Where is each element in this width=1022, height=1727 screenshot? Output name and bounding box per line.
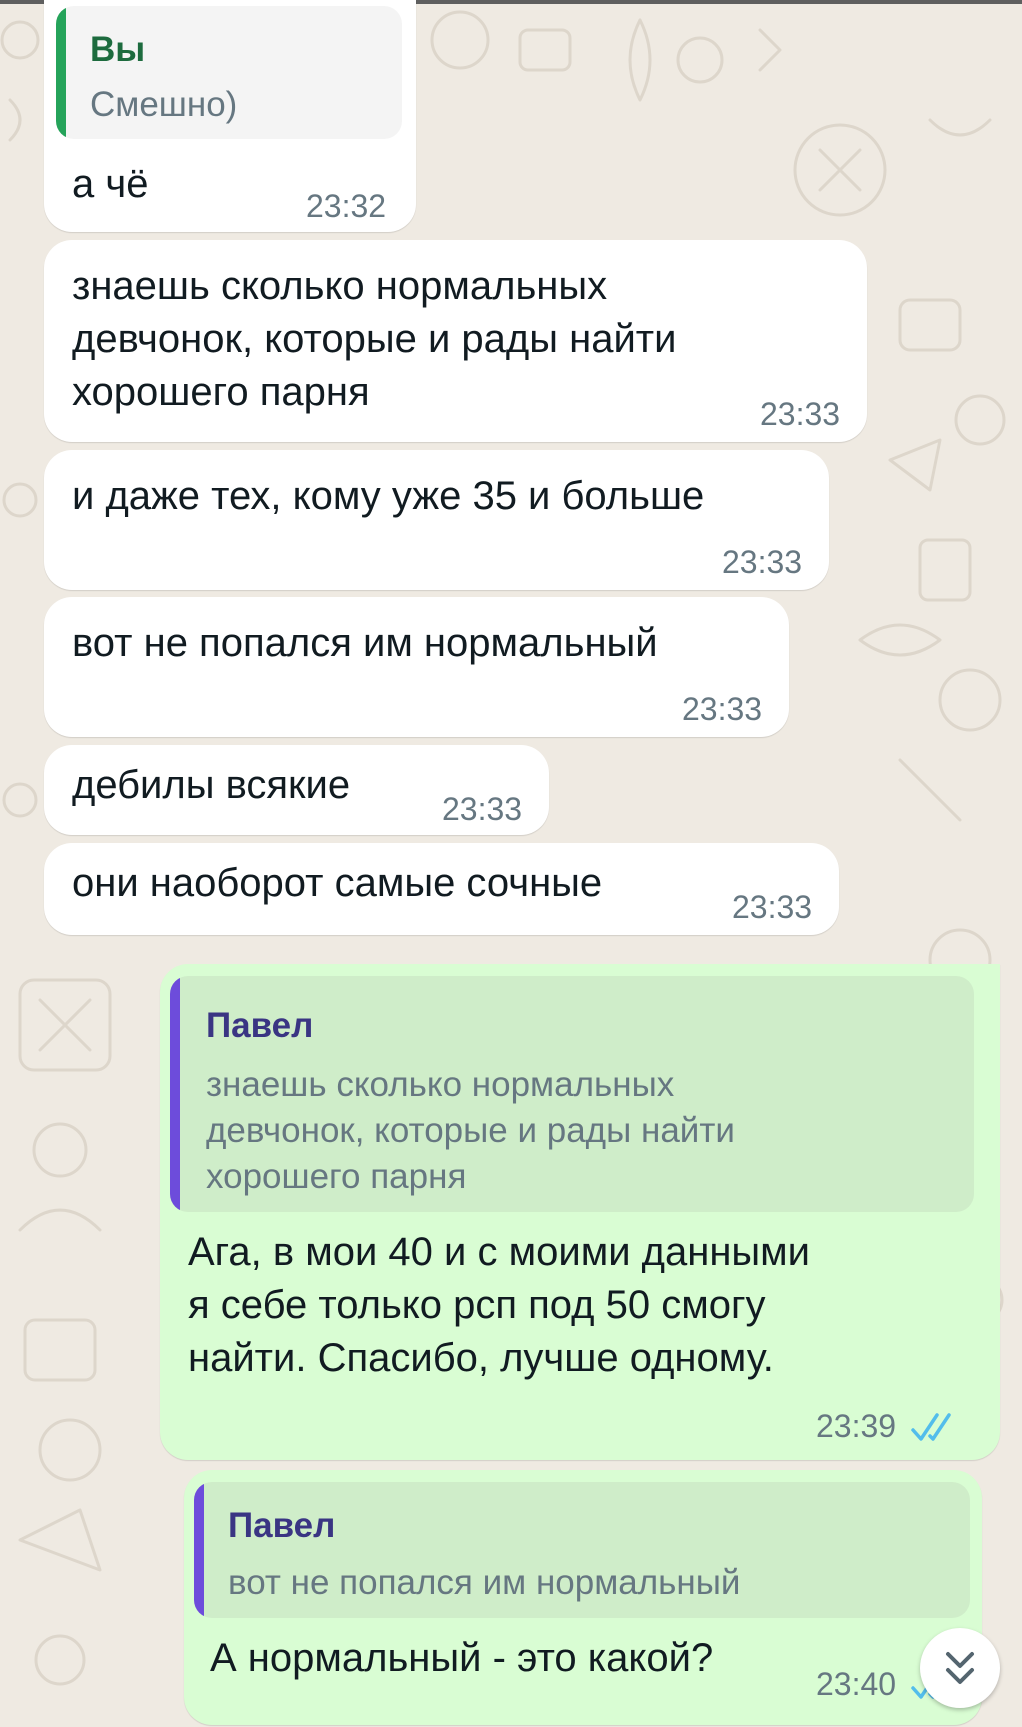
incoming-message[interactable]: Вы Смешно) а чё 23:32 xyxy=(44,0,416,232)
message-text-line: хорошего парня xyxy=(72,370,370,414)
quoted-reply[interactable]: Павел знаешь сколько нормальных девчонок… xyxy=(170,976,974,1212)
quoted-reply[interactable]: Павел вот не попался им нормальный xyxy=(194,1482,970,1618)
incoming-message[interactable]: знаешь сколько нормальных девчонок, кото… xyxy=(44,240,867,442)
message-time: 23:33 xyxy=(442,791,523,827)
message-time: 23:33 xyxy=(760,396,841,432)
quoted-reply[interactable]: Вы Смешно) xyxy=(56,6,402,139)
message-text-line: я себе только рсп под 50 смогу xyxy=(188,1283,766,1327)
message-time: 23:32 xyxy=(306,188,387,224)
incoming-message[interactable]: вот не попался им нормальный 23:33 xyxy=(44,597,789,737)
message-time: 23:39 xyxy=(816,1408,897,1444)
double-check-icon xyxy=(911,1413,951,1441)
message-text-line: знаешь сколько нормальных xyxy=(72,264,608,308)
message-time: 23:40 xyxy=(816,1666,897,1702)
incoming-message[interactable]: и даже тех, кому уже 35 и больше 23:33 xyxy=(44,450,829,590)
incoming-message[interactable]: они наоборот самые сочные 23:33 xyxy=(44,843,839,935)
incoming-message[interactable]: дебилы всякие 23:33 xyxy=(44,745,549,835)
message-text-line: девчонок, которые и рады найти xyxy=(72,317,677,361)
quote-accent-bar xyxy=(56,6,66,139)
message-text: а чё xyxy=(72,162,149,206)
quote-text: вот не попался им нормальный xyxy=(228,1563,741,1602)
message-time: 23:33 xyxy=(722,544,803,580)
outgoing-message[interactable]: Павел вот не попался им нормальный А нор… xyxy=(184,1470,982,1725)
quote-author: Вы xyxy=(90,30,146,69)
message-time: 23:33 xyxy=(682,691,763,727)
quote-text-line: знаешь сколько нормальных xyxy=(206,1065,675,1104)
message-text-line: Ага, в мои 40 и с моими данными xyxy=(188,1230,811,1274)
outgoing-message[interactable]: Павел знаешь сколько нормальных девчонок… xyxy=(160,964,1000,1460)
quote-text-line: хорошего парня xyxy=(206,1157,467,1196)
message-text: и даже тех, кому уже 35 и больше xyxy=(72,474,705,518)
message-text-line: найти. Спасибо, лучше одному. xyxy=(188,1336,774,1380)
message-time: 23:33 xyxy=(732,889,813,925)
quote-accent-bar xyxy=(170,976,180,1212)
message-text: вот не попался им нормальный xyxy=(72,621,658,665)
scroll-to-bottom-button[interactable] xyxy=(920,1628,1000,1708)
chevron-double-down-icon xyxy=(946,1652,974,1684)
quote-text-line: девчонок, которые и рады найти xyxy=(206,1111,735,1150)
quote-text: Смешно) xyxy=(90,85,238,124)
quote-accent-bar xyxy=(194,1482,204,1618)
message-text: они наоборот самые сочные xyxy=(72,861,603,905)
quote-author: Павел xyxy=(206,1006,314,1045)
message-text: дебилы всякие xyxy=(72,763,351,807)
message-text: А нормальный - это какой? xyxy=(210,1636,714,1680)
quote-author: Павел xyxy=(228,1506,336,1545)
